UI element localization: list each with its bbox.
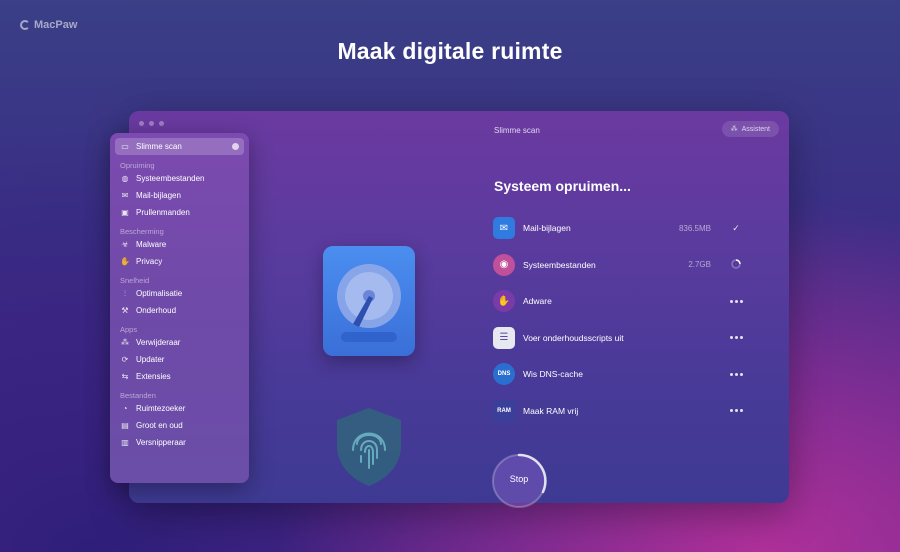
sidebar-item-label: Verwijderaar bbox=[136, 338, 181, 347]
fingerprint-shield-icon bbox=[333, 406, 405, 488]
sidebar-item-label: Optimalisatie bbox=[136, 289, 183, 298]
close-window-button[interactable] bbox=[139, 121, 144, 126]
biohazard-icon: ☣ bbox=[121, 240, 129, 249]
sidebar-item-label: Ruimtezoeker bbox=[136, 404, 186, 413]
scan-progress-icon bbox=[232, 143, 239, 150]
task-size: 836.5MB bbox=[678, 223, 711, 233]
sidebar-item-label: Updater bbox=[136, 355, 165, 364]
sidebar-item-optimization[interactable]: ⫶ Optimalisatie bbox=[115, 285, 244, 302]
sidebar-item-label: Groot en oud bbox=[136, 421, 183, 430]
sliders-icon: ⫶ bbox=[124, 288, 126, 298]
task-system-junk: ◉ Systeembestanden 2.7GB bbox=[493, 247, 743, 284]
sidebar: ▭ Slimme scan Opruiming ◍ Systeembestand… bbox=[110, 133, 249, 483]
uninstall-icon: ⁂ bbox=[121, 338, 129, 347]
sidebar-item-privacy[interactable]: ✋ Privacy bbox=[115, 253, 244, 270]
progress-spinner-icon bbox=[729, 259, 743, 271]
brand-name: MacPaw bbox=[34, 19, 78, 31]
task-label: Maak RAM vrij bbox=[523, 405, 579, 416]
shredder-icon: ▥ bbox=[121, 438, 129, 447]
sidebar-item-smart-scan[interactable]: ▭ Slimme scan bbox=[115, 138, 244, 155]
sidebar-item-updater[interactable]: ⟳ Updater bbox=[115, 351, 244, 368]
window-title: Slimme scan bbox=[494, 126, 540, 135]
fingerprint-icon: ◍ bbox=[121, 174, 129, 183]
zoom-window-button[interactable] bbox=[159, 121, 164, 126]
sidebar-section-header: Opruiming bbox=[120, 161, 155, 170]
task-list: ✉ Mail-bijlagen 836.5MB ✓ ◉ Systeembesta… bbox=[493, 210, 743, 429]
sidebar-section-header: Bestanden bbox=[120, 391, 156, 400]
task-adware: ✋ Adware bbox=[493, 283, 743, 320]
ram-icon: RAM bbox=[493, 399, 515, 422]
sidebar-item-malware[interactable]: ☣ Malware bbox=[115, 236, 244, 253]
task-size: 2.7GB bbox=[688, 260, 711, 270]
more-dots-icon[interactable] bbox=[729, 336, 743, 340]
sidebar-item-label: Versnipperaar bbox=[136, 438, 186, 447]
assistant-label: Assistent bbox=[741, 125, 770, 133]
stop-button[interactable]: Stop bbox=[490, 452, 548, 510]
mail-icon: ✉ bbox=[121, 191, 129, 200]
window-controls bbox=[139, 121, 164, 126]
task-label: Adware bbox=[523, 296, 552, 307]
more-dots-icon[interactable] bbox=[729, 372, 743, 376]
task-flush-dns: DNS Wis DNS-cache bbox=[493, 356, 743, 393]
sidebar-item-label: Privacy bbox=[136, 257, 163, 266]
macpaw-logo: MacPaw bbox=[20, 19, 77, 31]
sidebar-item-large-old-files[interactable]: ▤ Groot en oud bbox=[115, 417, 244, 434]
minimize-window-button[interactable] bbox=[149, 121, 154, 126]
sidebar-section-header: Bescherming bbox=[120, 227, 164, 236]
sidebar-item-label: Malware bbox=[136, 240, 167, 249]
cleanup-title: Systeem opruimen... bbox=[494, 178, 631, 194]
checklist-icon: ☰ bbox=[493, 326, 515, 349]
sidebar-item-label: Onderhoud bbox=[136, 306, 177, 315]
sidebar-item-extensions[interactable]: ⇆ Extensies bbox=[115, 368, 244, 385]
task-label: Systeembestanden bbox=[523, 259, 596, 270]
sidebar-item-mail-attachments[interactable]: ✉ Mail-bijlagen bbox=[115, 187, 244, 204]
system-junk-icon: ◉ bbox=[493, 253, 515, 276]
checkmark-icon: ✓ bbox=[732, 222, 740, 233]
sidebar-item-label: Slimme scan bbox=[136, 142, 182, 151]
sidebar-item-label: Extensies bbox=[136, 372, 171, 381]
space-lens-icon: ◔ bbox=[122, 404, 128, 413]
task-label: Mail-bijlagen bbox=[523, 223, 571, 234]
adware-hand-icon: ✋ bbox=[493, 290, 515, 313]
sidebar-item-space-lens[interactable]: ◔ Ruimtezoeker bbox=[115, 400, 244, 417]
dns-icon: DNS bbox=[493, 363, 515, 386]
more-dots-icon[interactable] bbox=[729, 409, 743, 413]
assistant-icon: ⁂ bbox=[730, 126, 738, 133]
macpaw-logo-icon bbox=[20, 20, 30, 30]
wrench-icon: ⚒ bbox=[121, 306, 129, 315]
hard-disk-icon bbox=[323, 246, 415, 356]
trash-icon: ▣ bbox=[121, 208, 129, 217]
task-label: Voer onderhoudsscripts uit bbox=[523, 332, 624, 343]
assistant-button[interactable]: ⁂ Assistent bbox=[721, 121, 779, 137]
task-maintenance-scripts: ☰ Voer onderhoudsscripts uit bbox=[493, 320, 743, 357]
hand-icon: ✋ bbox=[120, 257, 130, 266]
sidebar-item-uninstaller[interactable]: ⁂ Verwijderaar bbox=[115, 334, 244, 351]
extension-icon: ⇆ bbox=[121, 372, 129, 381]
monitor-icon: ▭ bbox=[121, 142, 129, 151]
sidebar-item-trash-bins[interactable]: ▣ Prullenmanden bbox=[115, 204, 244, 221]
sidebar-section-header: Apps bbox=[120, 325, 138, 334]
update-icon: ⟳ bbox=[121, 355, 129, 364]
sidebar-item-system-junk[interactable]: ◍ Systeembestanden bbox=[115, 170, 244, 187]
task-free-ram: RAM Maak RAM vrij bbox=[493, 393, 743, 430]
mail-attachment-icon: ✉ bbox=[493, 217, 515, 240]
task-label: Wis DNS-cache bbox=[523, 369, 583, 380]
folder-icon: ▤ bbox=[121, 421, 129, 430]
sidebar-item-shredder[interactable]: ▥ Versnipperaar bbox=[115, 434, 244, 451]
sidebar-item-label: Systeembestanden bbox=[136, 174, 205, 183]
sidebar-item-label: Prullenmanden bbox=[136, 208, 190, 217]
sidebar-item-maintenance[interactable]: ⚒ Onderhoud bbox=[115, 302, 244, 319]
stop-label: Stop bbox=[509, 474, 529, 484]
sidebar-section-header: Snelheid bbox=[120, 276, 150, 285]
page-headline: Maak digitale ruimte bbox=[337, 38, 563, 64]
more-dots-icon[interactable] bbox=[729, 299, 743, 303]
sidebar-item-label: Mail-bijlagen bbox=[136, 191, 181, 200]
task-mail-attachments: ✉ Mail-bijlagen 836.5MB ✓ bbox=[493, 210, 743, 247]
